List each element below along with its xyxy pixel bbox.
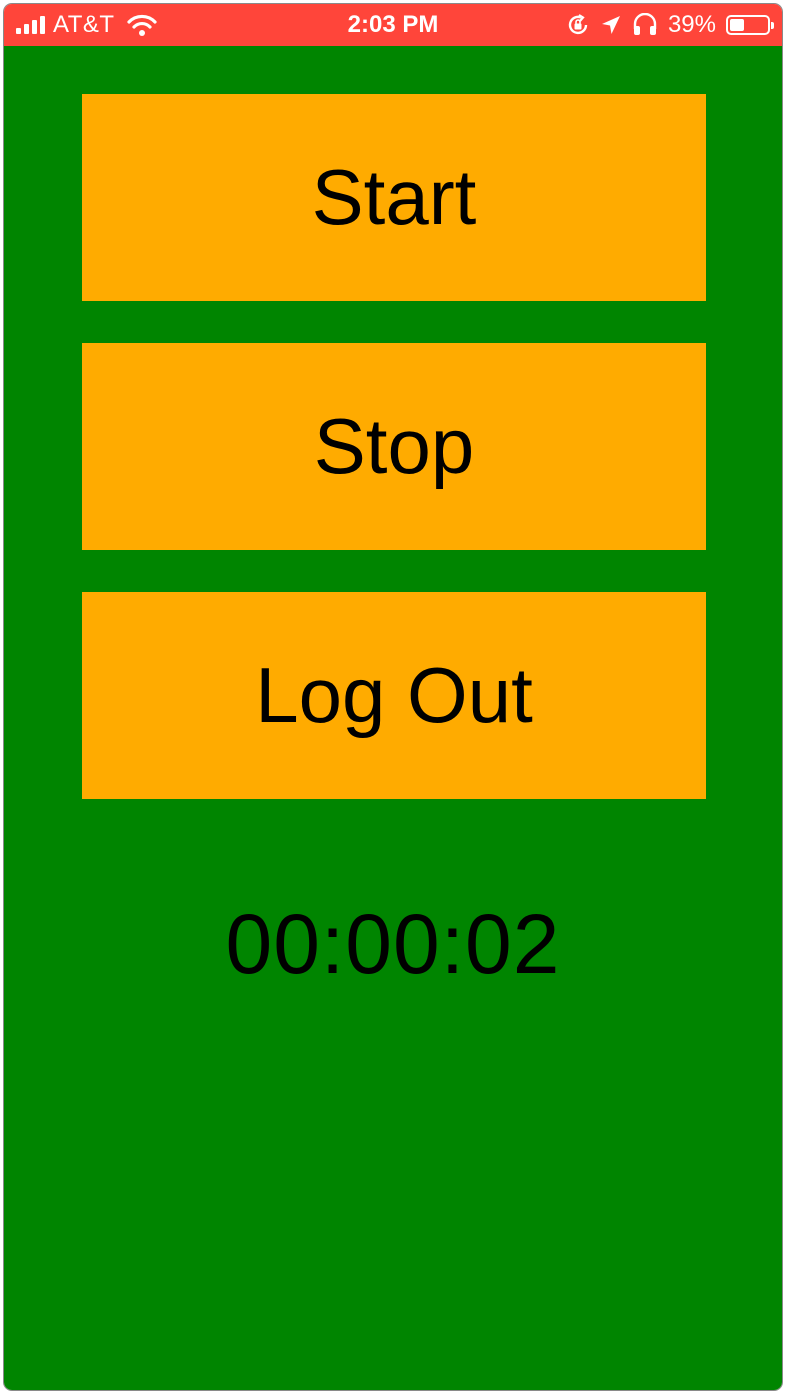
status-bar: AT&T 2:03 PM 39% [4, 4, 782, 46]
battery-icon [726, 15, 774, 35]
battery-fill [730, 19, 744, 31]
stop-button[interactable]: Stop [82, 343, 706, 550]
carrier-label: AT&T [53, 11, 115, 38]
status-left: AT&T [16, 10, 157, 40]
status-right: 39% [566, 10, 774, 40]
wifi-icon [126, 14, 157, 36]
location-arrow-icon [601, 16, 620, 34]
elapsed-timer: 00:00:02 [225, 897, 561, 991]
start-button[interactable]: Start [82, 94, 706, 301]
orientation-lock-icon [568, 14, 588, 35]
main-screen: Start Stop Log Out 00:00:02 [4, 46, 782, 1390]
signal-bars-icon [16, 16, 45, 34]
headphones-icon [633, 13, 657, 35]
battery-percent: 39% [667, 11, 716, 38]
logout-button[interactable]: Log Out [82, 592, 706, 799]
phone-frame: AT&T 2:03 PM 39% Start Stop Log Out 00:0… [4, 4, 782, 1390]
